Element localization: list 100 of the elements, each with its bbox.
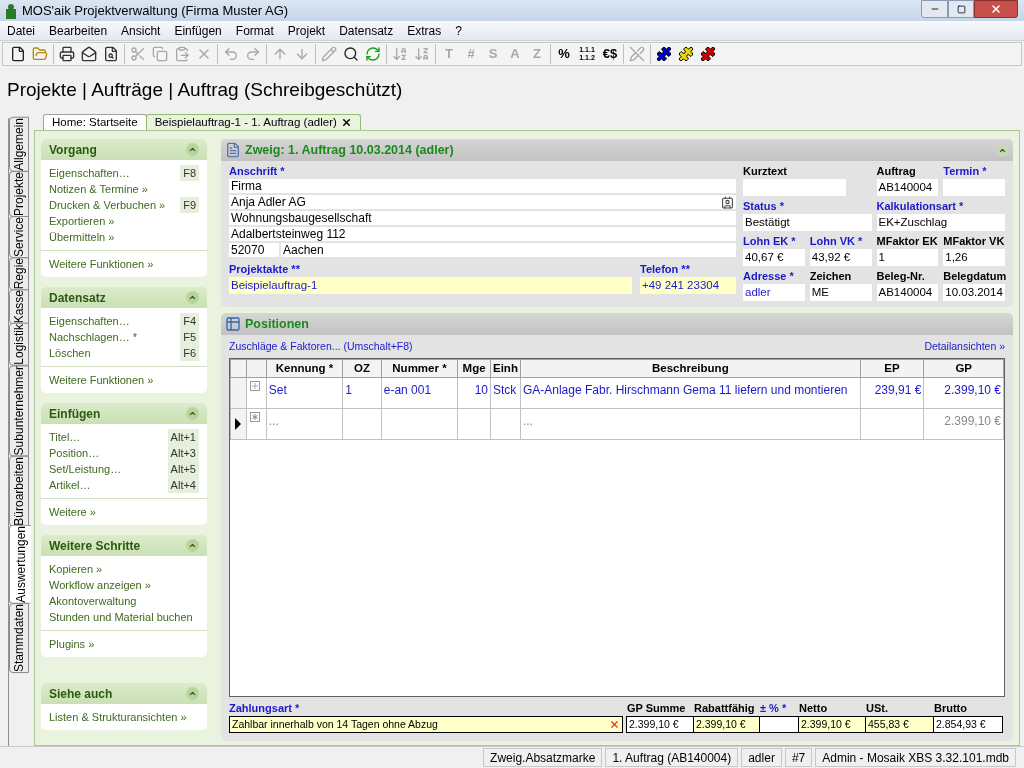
- collapse-button[interactable]: [186, 291, 199, 304]
- menu-item[interactable]: ?: [455, 21, 462, 40]
- text-field[interactable]: 10.03.2014: [943, 284, 1005, 301]
- refresh-icon[interactable]: [365, 46, 381, 62]
- folder-icon[interactable]: [32, 46, 48, 62]
- task-link[interactable]: Listen & Strukturansichten »: [49, 708, 187, 726]
- text-field[interactable]: 2.854,93 €: [933, 716, 1003, 733]
- task-link[interactable]: Workflow anzeigen »: [49, 576, 151, 594]
- task-link[interactable]: Notizen & Termine »: [49, 180, 148, 198]
- collapse-button[interactable]: [186, 687, 199, 700]
- text-field[interactable]: 43,92 €: [809, 249, 872, 266]
- clear-icon[interactable]: [609, 719, 620, 730]
- document-tab[interactable]: Beispielauftrag-1 - 1. Auftrag (adler): [145, 114, 361, 130]
- column-header[interactable]: EP: [860, 359, 924, 378]
- text-field[interactable]: Firma: [229, 179, 736, 193]
- side-tab[interactable]: Logistik: [9, 323, 29, 367]
- text-field[interactable]: 455,83 €: [865, 716, 934, 733]
- column-header[interactable]: Beschreibung: [520, 359, 861, 378]
- task-link[interactable]: Stunden und Material buchen: [49, 608, 193, 626]
- text-field[interactable]: ME: [809, 284, 872, 301]
- address-book-icon[interactable]: [721, 195, 734, 209]
- text-field[interactable]: +49 241 23304: [640, 277, 736, 294]
- text-field[interactable]: Beispielauftrag-1: [229, 277, 632, 294]
- task-link[interactable]: Exportieren »: [49, 212, 115, 230]
- text-field[interactable]: 2.399,10 €: [693, 716, 760, 733]
- side-tab[interactable]: Kasse: [9, 289, 29, 325]
- task-link[interactable]: Weitere Funktionen »: [49, 371, 154, 389]
- text-field[interactable]: Wohnungsbaugesellschaft: [229, 211, 736, 225]
- text-field[interactable]: Adalbertsteinweg 112: [229, 227, 736, 241]
- menu-item[interactable]: Datei: [7, 21, 35, 40]
- collapse-button[interactable]: [996, 143, 1009, 157]
- menu-item[interactable]: Ansicht: [121, 21, 161, 40]
- task-link[interactable]: Nachschlagen… *: [49, 328, 138, 346]
- text-field[interactable]: 1,26: [943, 249, 1005, 266]
- text-field[interactable]: EK+Zuschlag: [876, 214, 1005, 231]
- file-icon[interactable]: [10, 46, 26, 62]
- task-link[interactable]: Weitere »: [49, 503, 96, 521]
- printer-icon[interactable]: [59, 46, 75, 62]
- text-field[interactable]: AB140004: [876, 179, 939, 196]
- side-tab[interactable]: Subunternehmer: [9, 365, 29, 457]
- text-field[interactable]: [743, 179, 846, 196]
- menu-item[interactable]: Einfügen: [174, 21, 222, 40]
- column-header[interactable]: OZ: [342, 359, 382, 378]
- collapse-button[interactable]: [186, 407, 199, 420]
- column-header[interactable]: GP: [923, 359, 1004, 378]
- text-field[interactable]: Anja Adler AG: [229, 195, 736, 209]
- menu-item[interactable]: Projekt: [287, 21, 326, 40]
- text-field[interactable]: 40,67 €: [743, 249, 805, 266]
- task-link[interactable]: Eigenschaften…: [49, 164, 130, 182]
- task-link[interactable]: Akontoverwaltung: [49, 592, 137, 610]
- document-tab[interactable]: Home: Startseite: [43, 114, 147, 130]
- close-tab-icon[interactable]: [340, 117, 352, 128]
- column-header[interactable]: Einh: [490, 359, 521, 378]
- text-field[interactable]: Bestätigt: [743, 214, 872, 231]
- side-tab[interactable]: Projekte: [9, 170, 29, 217]
- task-link[interactable]: Set/Leistung…: [49, 460, 122, 478]
- task-link[interactable]: Kopieren »: [49, 560, 103, 578]
- text-field[interactable]: Aachen: [281, 243, 736, 257]
- minimize-button[interactable]: [921, 0, 948, 18]
- mail-icon[interactable]: [81, 46, 97, 62]
- text-field[interactable]: [943, 179, 1005, 196]
- surcharges-link[interactable]: Zuschläge & Faktoren... (Umschalt+F8): [229, 339, 413, 355]
- puzzle-icon[interactable]: [678, 46, 694, 62]
- task-link[interactable]: Eigenschaften…: [49, 312, 130, 330]
- text-field[interactable]: adler: [743, 284, 805, 301]
- toolbar-button[interactable]: €$: [600, 44, 620, 64]
- puzzle-icon[interactable]: [700, 46, 716, 62]
- column-header[interactable]: Nummer *: [381, 359, 458, 378]
- menu-item[interactable]: Format: [235, 21, 274, 40]
- task-link[interactable]: Titel…: [49, 428, 81, 446]
- side-tab[interactable]: Allgemein: [9, 117, 29, 172]
- task-link[interactable]: Drucken & Verbuchen »: [49, 196, 166, 214]
- menu-item[interactable]: Extras: [407, 21, 442, 40]
- task-link[interactable]: Position…: [49, 444, 100, 462]
- side-tab[interactable]: Auswertungen: [9, 525, 31, 604]
- column-header[interactable]: Mge: [457, 359, 491, 378]
- expand-icon[interactable]: [249, 381, 260, 391]
- menu-item[interactable]: Bearbeiten: [49, 21, 108, 40]
- detail-views-link[interactable]: Detailansichten »: [924, 339, 1005, 355]
- close-button[interactable]: [974, 0, 1018, 18]
- collapse-button[interactable]: [186, 539, 199, 552]
- text-field[interactable]: 2.399,10 €: [798, 716, 866, 733]
- toolbar-button[interactable]: %: [554, 44, 574, 64]
- print-preview-icon[interactable]: [103, 46, 119, 62]
- text-field[interactable]: 2.399,10 €: [626, 716, 694, 733]
- text-field[interactable]: 1: [876, 249, 939, 266]
- text-field[interactable]: 52070: [229, 243, 279, 257]
- puzzle-icon[interactable]: [656, 46, 672, 62]
- maximize-button[interactable]: [948, 0, 974, 18]
- task-link[interactable]: Löschen: [49, 344, 91, 362]
- task-link[interactable]: Plugins »: [49, 635, 95, 653]
- side-tab[interactable]: Service: [9, 215, 29, 258]
- new-row-icon[interactable]: [249, 412, 260, 422]
- side-tab[interactable]: Büroarbeiten: [9, 455, 29, 527]
- task-link[interactable]: Übermitteln »: [49, 228, 115, 246]
- task-link[interactable]: Artikel…: [49, 476, 91, 494]
- side-tab[interactable]: Regie: [9, 256, 29, 291]
- task-link[interactable]: Weitere Funktionen »: [49, 255, 154, 273]
- column-header[interactable]: Kennung *: [266, 359, 343, 378]
- search-icon[interactable]: [343, 46, 359, 62]
